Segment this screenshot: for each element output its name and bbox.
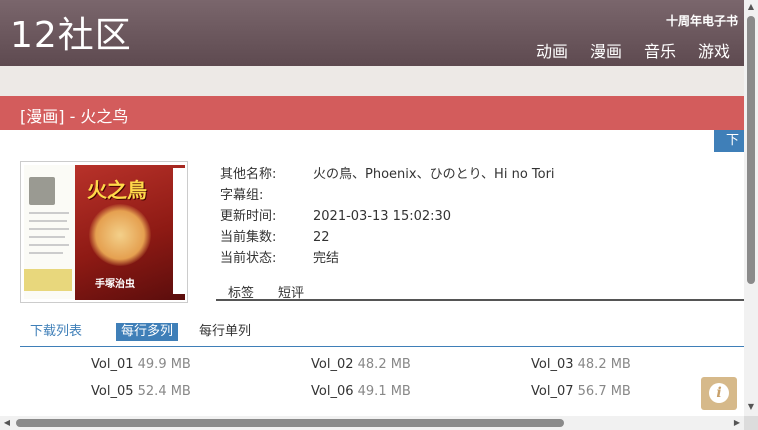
info-row-other-names: 其他名称: 火の鳥、Phoenix、ひのとり、Hi no Tori (220, 164, 555, 185)
nav-games[interactable]: 游戏 (698, 38, 730, 62)
vertical-scrollbar[interactable]: ▲ ▼ (744, 0, 758, 416)
cover-title: 火之鳥 (87, 178, 147, 202)
info-row-updated: 更新时间: 2021-03-13 15:02:30 (220, 206, 555, 227)
nav-anime[interactable]: 动画 (536, 38, 568, 62)
anniversary-link[interactable]: 十周年电子书 (666, 12, 738, 29)
cover-text-line (29, 212, 69, 214)
file-link[interactable]: Vol_05 52.4 MB (91, 384, 191, 399)
page-title: [漫画] - 火之鸟 (20, 107, 129, 126)
file-size: 49.1 MB (357, 384, 411, 399)
cover-spine-strip (173, 168, 185, 294)
cover-text-line (29, 236, 65, 238)
file-name[interactable]: Vol_07 (531, 384, 574, 399)
file-size: 52.4 MB (137, 384, 191, 399)
file-link[interactable]: Vol_03 48.2 MB (531, 357, 631, 372)
info-icon: i (709, 383, 729, 403)
tab-multi-column[interactable]: 每行多列 (116, 323, 179, 341)
file-size: 49.9 MB (137, 357, 191, 372)
vertical-scroll-thumb[interactable] (747, 16, 755, 284)
info-row-status: 当前状态: 完结 (220, 248, 555, 269)
info-label: 更新时间: (220, 209, 277, 224)
info-value: 22 (313, 230, 330, 245)
publisher-logo (24, 269, 72, 291)
file-link[interactable]: Vol_06 49.1 MB (311, 384, 411, 399)
cover-author: 手塚治虫 (95, 279, 135, 290)
download-list-title[interactable]: 下载列表 (30, 323, 82, 341)
nav-manga[interactable]: 漫画 (590, 38, 622, 62)
horizontal-scroll-thumb[interactable] (16, 419, 564, 427)
tab-single-column[interactable]: 每行单列 (199, 323, 251, 341)
author-portrait (29, 177, 55, 205)
file-name[interactable]: Vol_05 (91, 384, 134, 399)
cover-text-line (29, 220, 67, 222)
info-value: 2021-03-13 15:02:30 (313, 209, 452, 224)
page-title-bar: [漫画] - 火之鸟 (0, 96, 744, 130)
horizontal-scrollbar[interactable]: ◀ ▶ (0, 416, 744, 430)
scrollbar-corner (744, 416, 758, 430)
info-row-subgroup: 字幕组: (220, 185, 555, 206)
info-button[interactable]: i (701, 377, 737, 410)
file-name[interactable]: Vol_01 (91, 357, 134, 372)
scroll-up-icon[interactable]: ▲ (746, 2, 756, 12)
cover-text-line (29, 252, 63, 254)
download-button[interactable]: 下 (714, 130, 744, 152)
cover-text-line (29, 244, 69, 246)
file-size: 56.7 MB (577, 384, 631, 399)
info-label: 当前集数: (220, 230, 277, 245)
info-value: 完结 (313, 251, 340, 266)
scroll-down-icon[interactable]: ▼ (746, 402, 756, 412)
info-label: 字幕组: (220, 188, 264, 203)
tab-tags[interactable]: 标签 (228, 282, 254, 301)
main-nav: 动画 漫画 音乐 游戏 (536, 38, 730, 62)
file-name[interactable]: Vol_03 (531, 357, 574, 372)
cover-image: 火之鳥 手塚治虫 (20, 161, 188, 303)
download-list-header: 下载列表 每行多列 每行单列 (20, 323, 744, 347)
site-header: 12社区 十周年电子书 动画 漫画 音乐 游戏 (0, 0, 744, 66)
info-label: 其他名称: (220, 167, 277, 182)
cover-text-line (29, 228, 69, 230)
nav-music[interactable]: 音乐 (644, 38, 676, 62)
scroll-left-icon[interactable]: ◀ (2, 418, 12, 428)
file-size: 48.2 MB (577, 357, 631, 372)
file-name[interactable]: Vol_06 (311, 384, 354, 399)
site-logo[interactable]: 12社区 (10, 14, 132, 58)
file-link[interactable]: Vol_07 56.7 MB (531, 384, 631, 399)
info-label: 当前状态: (220, 251, 277, 266)
file-name[interactable]: Vol_02 (311, 357, 354, 372)
detail-tabs: 标签 短评 (216, 281, 744, 301)
file-link[interactable]: Vol_01 49.9 MB (91, 357, 191, 372)
scroll-right-icon[interactable]: ▶ (732, 418, 742, 428)
file-link[interactable]: Vol_02 48.2 MB (311, 357, 411, 372)
file-size: 48.2 MB (357, 357, 411, 372)
info-row-episodes: 当前集数: 22 (220, 227, 555, 248)
phoenix-art (89, 204, 151, 266)
info-panel: 其他名称: 火の鳥、Phoenix、ひのとり、Hi no Tori 字幕组: 更… (220, 164, 555, 269)
tab-reviews[interactable]: 短评 (278, 282, 304, 301)
info-value: 火の鳥、Phoenix、ひのとり、Hi no Tori (313, 167, 555, 182)
header-band (0, 66, 744, 96)
